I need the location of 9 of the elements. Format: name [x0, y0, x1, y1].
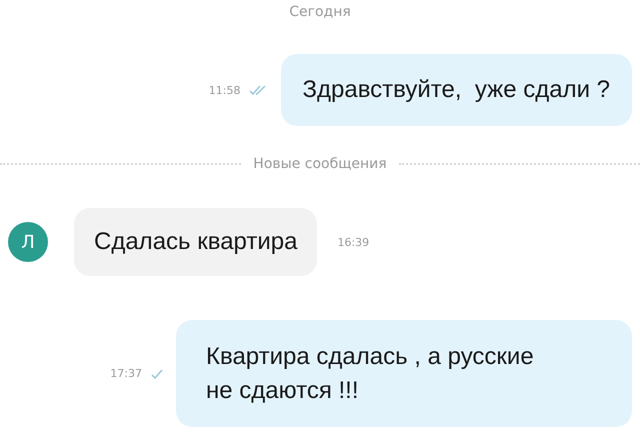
message-bubble: Сдалась квартира — [74, 208, 318, 276]
message-time: 11:58 — [208, 84, 240, 96]
message-time: 16:39 — [337, 236, 370, 248]
message-bubble: Здравствуйте, уже сдали ? — [280, 54, 632, 126]
message-bubble: Квартира сдалась , а русские не сдаются !!! — [176, 320, 632, 428]
new-messages-divider: Новые сообщения — [253, 156, 387, 172]
message-time: 17:37 — [110, 367, 142, 380]
date-label: Сегодня — [289, 4, 351, 20]
avatar[interactable]: Л — [8, 222, 48, 262]
